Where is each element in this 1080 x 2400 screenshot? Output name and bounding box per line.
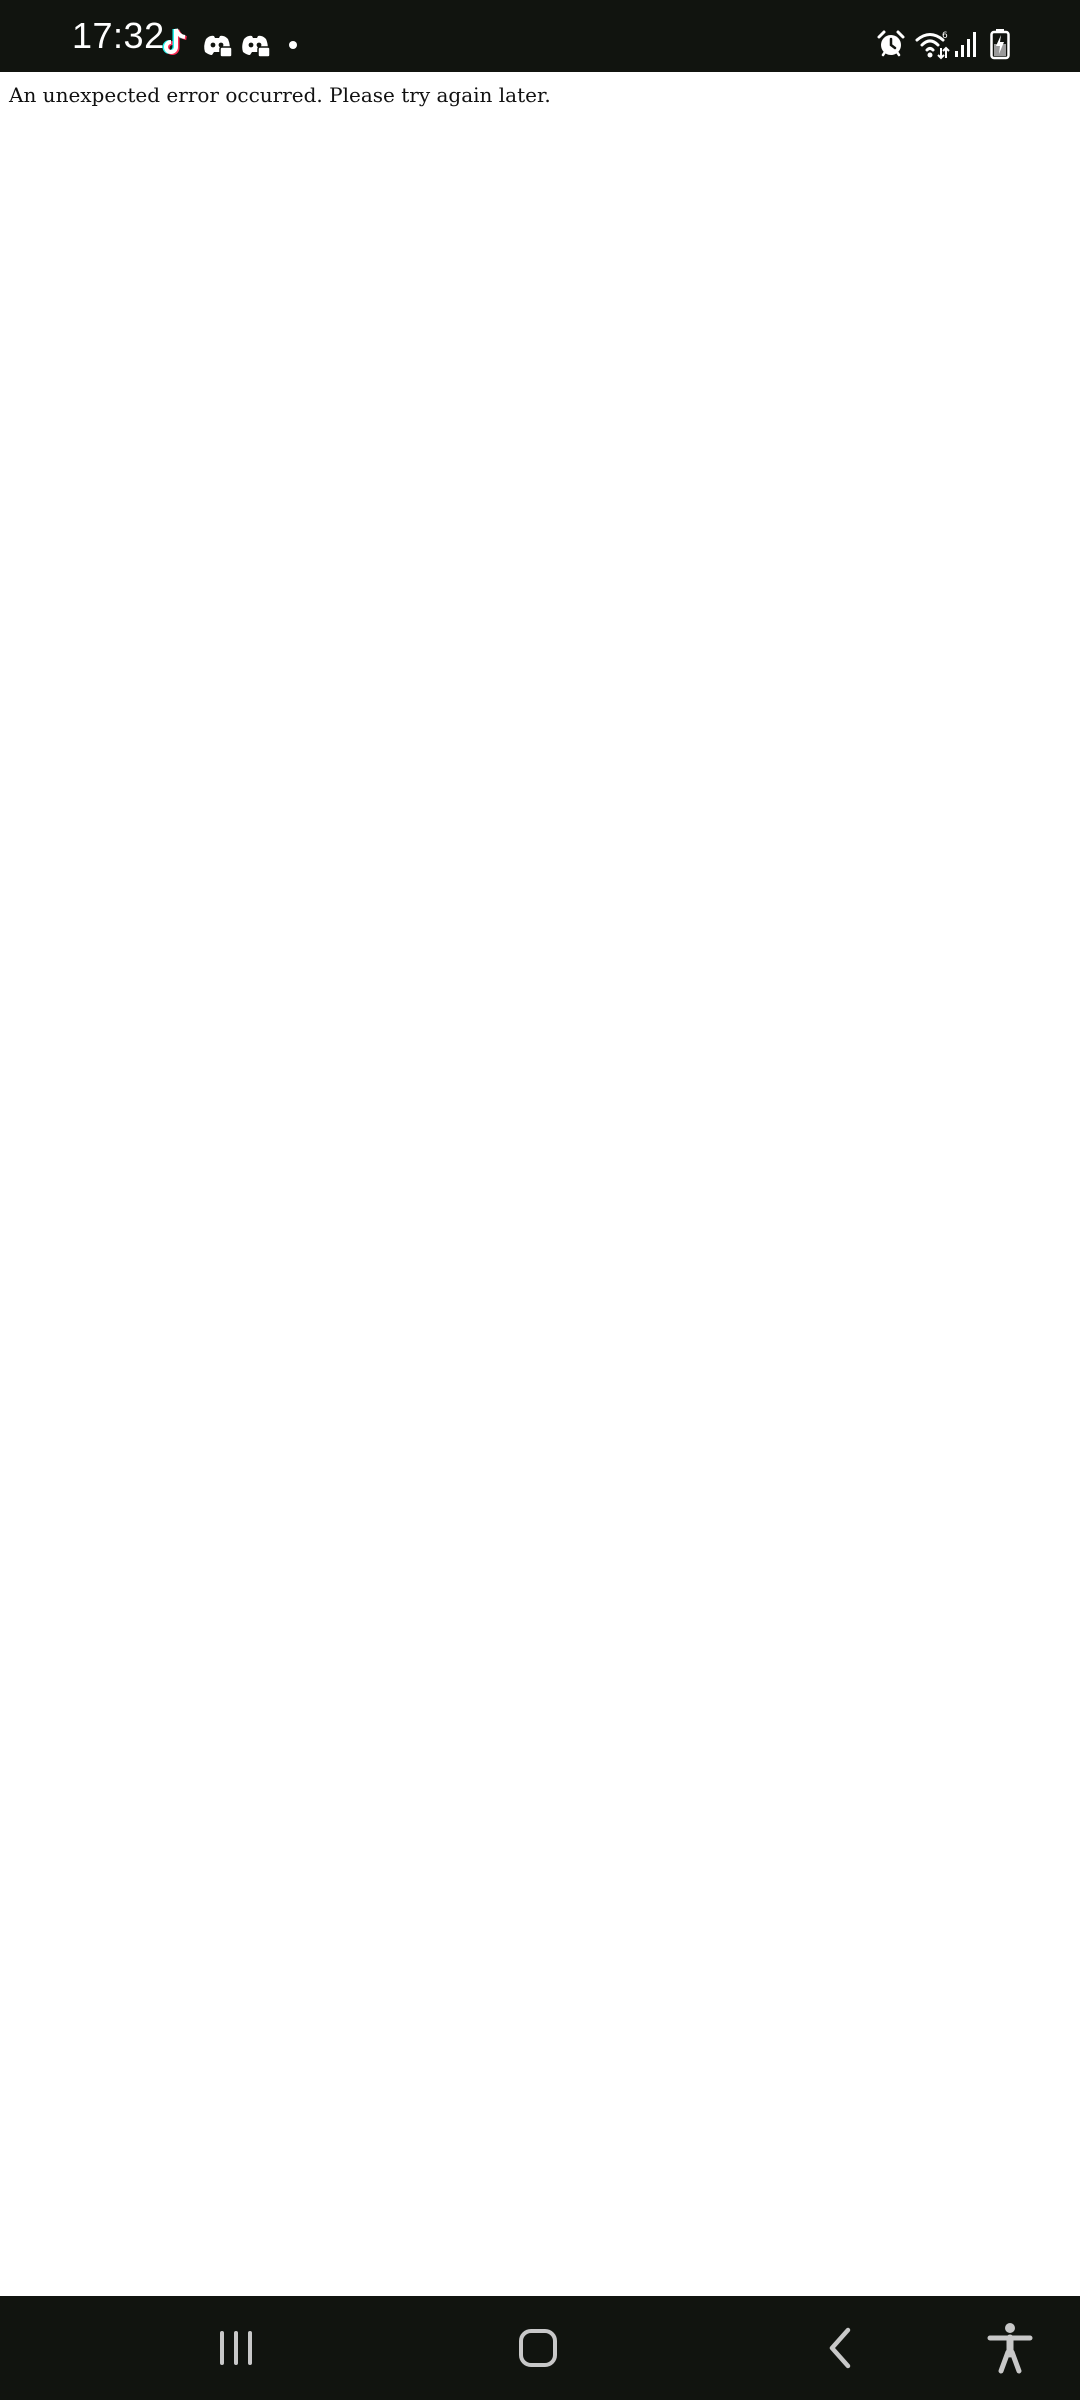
cellular-signal-icon <box>954 30 980 58</box>
accessibility-button[interactable] <box>980 2318 1040 2378</box>
discord-icon <box>240 33 270 57</box>
tiktok-icon <box>160 26 190 58</box>
back-button[interactable] <box>810 2318 870 2378</box>
page-content: An unexpected error occurred. Please try… <box>0 72 1080 2296</box>
more-notifications-dot <box>288 40 298 50</box>
status-time: 17:32 <box>72 15 165 56</box>
svg-text:6: 6 <box>942 31 948 41</box>
alarm-icon <box>876 29 906 59</box>
home-button[interactable] <box>508 2318 568 2378</box>
recent-apps-icon <box>220 2331 252 2365</box>
accessibility-icon <box>987 2323 1033 2374</box>
recent-apps-button[interactable] <box>206 2318 266 2378</box>
error-message: An unexpected error occurred. Please try… <box>9 83 551 107</box>
home-icon <box>519 2329 557 2367</box>
navigation-bar <box>0 2296 1080 2400</box>
discord-icon <box>202 33 232 57</box>
battery-charging-icon <box>990 28 1010 60</box>
status-bar: 17:32 6 <box>0 0 1080 72</box>
back-arrow-icon <box>829 2327 851 2369</box>
wifi-icon: 6 <box>914 28 950 60</box>
